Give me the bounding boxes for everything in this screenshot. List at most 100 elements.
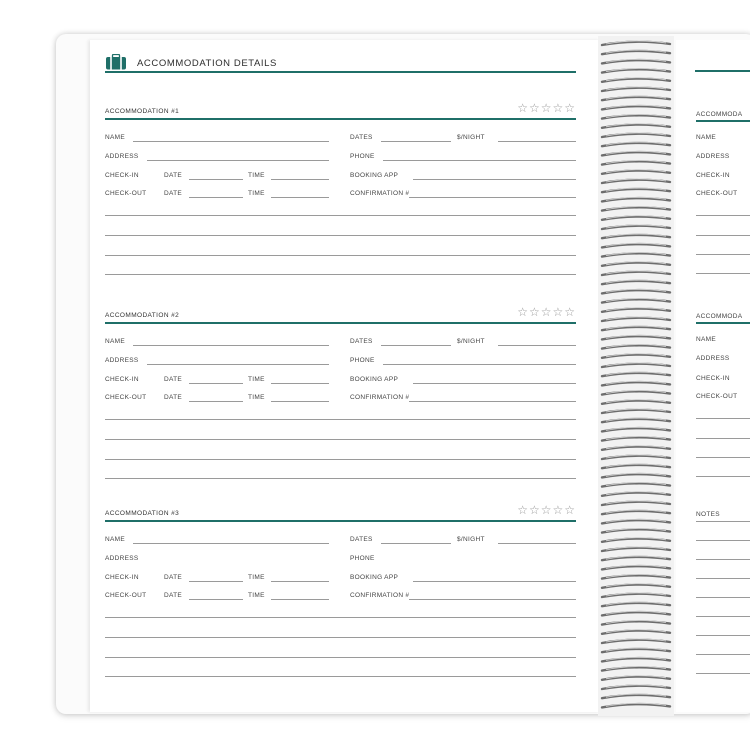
booking-app-label: BOOKING APP — [350, 376, 399, 383]
check-out-row[interactable]: CHECK-OUT DATE TIME CONFIRMATION # — [105, 394, 576, 404]
note-line[interactable] — [105, 255, 576, 256]
right-note-line[interactable] — [696, 235, 750, 236]
phone-line[interactable] — [383, 160, 576, 161]
check-in-time-line[interactable] — [271, 179, 329, 180]
check-in-row[interactable]: CHECK-IN DATE TIME BOOKING APP — [105, 574, 576, 584]
check-out-time-line[interactable] — [271, 401, 329, 402]
right-section-title: ACCOMMODA — [696, 313, 743, 320]
confirmation-label: CONFIRMATION # — [350, 394, 410, 401]
note-line[interactable] — [105, 215, 576, 216]
check-in-label: CHECK-IN — [105, 574, 139, 581]
time-label: TIME — [248, 394, 265, 401]
right-note-line[interactable] — [696, 457, 750, 458]
time-label: TIME — [248, 376, 265, 383]
right-note-line[interactable] — [696, 476, 750, 477]
per-night-label: $/NIGHT — [457, 338, 485, 345]
check-out-time-line[interactable] — [271, 599, 329, 600]
address-line[interactable] — [147, 160, 329, 161]
check-in-date-line[interactable] — [189, 581, 243, 582]
note-line[interactable] — [105, 676, 576, 677]
check-in-date-line[interactable] — [189, 179, 243, 180]
confirmation-line[interactable] — [409, 599, 576, 600]
per-night-line[interactable] — [498, 345, 576, 346]
date-label: DATE — [164, 190, 183, 197]
check-out-date-line[interactable] — [189, 599, 243, 600]
address-label: ADDRESS — [105, 555, 139, 562]
name-row[interactable]: NAME DATES $/NIGHT — [105, 536, 576, 546]
phone-label: PHONE — [350, 153, 375, 160]
date-label: DATE — [164, 394, 183, 401]
note-line[interactable] — [105, 637, 576, 638]
right-note-line[interactable] — [696, 273, 750, 274]
check-out-row[interactable]: CHECK-OUT DATE TIME CONFIRMATION # — [105, 592, 576, 602]
header-rule — [105, 71, 576, 73]
check-in-date-line[interactable] — [189, 383, 243, 384]
note-line[interactable] — [105, 657, 576, 658]
notes-line[interactable] — [696, 616, 750, 617]
note-line[interactable] — [105, 439, 576, 440]
address-row[interactable]: ADDRESS PHONE — [105, 555, 576, 565]
check-in-row[interactable]: CHECK-IN DATE TIME BOOKING APP — [105, 172, 576, 182]
right-note-line[interactable] — [696, 215, 750, 216]
page-title: ACCOMMODATION DETAILS — [137, 58, 277, 69]
check-in-time-line[interactable] — [271, 383, 329, 384]
right-note-line[interactable] — [696, 418, 750, 419]
name-line[interactable] — [133, 345, 329, 346]
address-line[interactable] — [147, 364, 329, 365]
suitcase-icon — [106, 54, 126, 70]
rating-stars[interactable]: ☆☆☆☆☆ — [517, 101, 576, 115]
check-out-date-line[interactable] — [189, 197, 243, 198]
notes-line[interactable] — [696, 578, 750, 579]
section-title: ACCOMMODATION #1 — [105, 108, 180, 115]
per-night-label: $/NIGHT — [457, 536, 485, 543]
check-in-time-line[interactable] — [271, 581, 329, 582]
right-check-in-label: CHECK-IN — [696, 375, 730, 382]
name-line[interactable] — [133, 141, 329, 142]
right-name-label: NAME — [696, 134, 716, 141]
per-night-line[interactable] — [498, 141, 576, 142]
booking-app-line[interactable] — [413, 179, 576, 180]
note-line[interactable] — [105, 459, 576, 460]
notes-line[interactable] — [696, 559, 750, 560]
check-out-date-line[interactable] — [189, 401, 243, 402]
booking-app-line[interactable] — [413, 581, 576, 582]
check-in-label: CHECK-IN — [105, 376, 139, 383]
address-row[interactable]: ADDRESS PHONE — [105, 357, 576, 367]
confirmation-line[interactable] — [409, 197, 576, 198]
note-line[interactable] — [105, 274, 576, 275]
check-out-label: CHECK-OUT — [105, 592, 147, 599]
note-line[interactable] — [105, 419, 576, 420]
address-label: ADDRESS — [105, 153, 139, 160]
dates-line[interactable] — [381, 345, 451, 346]
rating-stars[interactable]: ☆☆☆☆☆ — [517, 503, 576, 517]
phone-label: PHONE — [350, 357, 375, 364]
note-line[interactable] — [105, 617, 576, 618]
name-line[interactable] — [133, 543, 329, 544]
notes-line[interactable] — [696, 673, 750, 674]
note-line[interactable] — [105, 235, 576, 236]
date-label: DATE — [164, 592, 183, 599]
right-note-line[interactable] — [696, 254, 750, 255]
confirmation-line[interactable] — [409, 401, 576, 402]
confirmation-label: CONFIRMATION # — [350, 592, 410, 599]
time-label: TIME — [248, 172, 265, 179]
check-out-time-line[interactable] — [271, 197, 329, 198]
right-note-line[interactable] — [696, 438, 750, 439]
per-night-line[interactable] — [498, 543, 576, 544]
name-row[interactable]: NAME DATES $/NIGHT — [105, 134, 576, 144]
notes-line[interactable] — [696, 597, 750, 598]
address-row[interactable]: ADDRESS PHONE — [105, 153, 576, 163]
booking-app-line[interactable] — [413, 383, 576, 384]
page-header: ACCOMMODATION DETAILS — [105, 54, 576, 76]
dates-line[interactable] — [381, 543, 451, 544]
note-line[interactable] — [105, 478, 576, 479]
check-in-row[interactable]: CHECK-IN DATE TIME BOOKING APP — [105, 376, 576, 386]
notes-line[interactable] — [696, 540, 750, 541]
phone-line[interactable] — [383, 364, 576, 365]
rating-stars[interactable]: ☆☆☆☆☆ — [517, 305, 576, 319]
name-row[interactable]: NAME DATES $/NIGHT — [105, 338, 576, 348]
dates-line[interactable] — [381, 141, 451, 142]
notes-line[interactable] — [696, 635, 750, 636]
check-out-row[interactable]: CHECK-OUT DATE TIME CONFIRMATION # — [105, 190, 576, 200]
notes-line[interactable] — [696, 654, 750, 655]
